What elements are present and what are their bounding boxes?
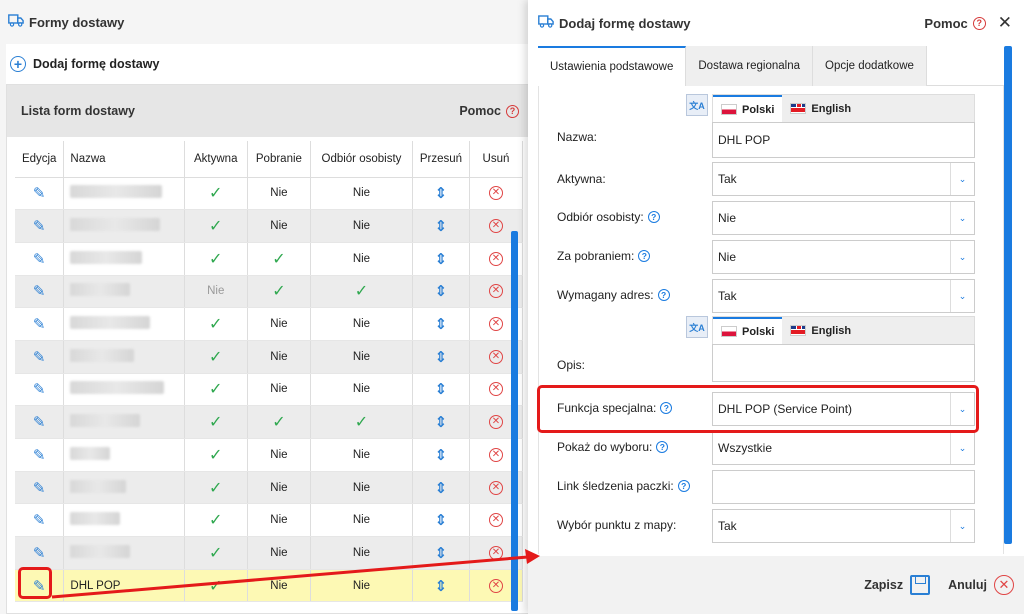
annotation-arrow xyxy=(51,549,540,599)
